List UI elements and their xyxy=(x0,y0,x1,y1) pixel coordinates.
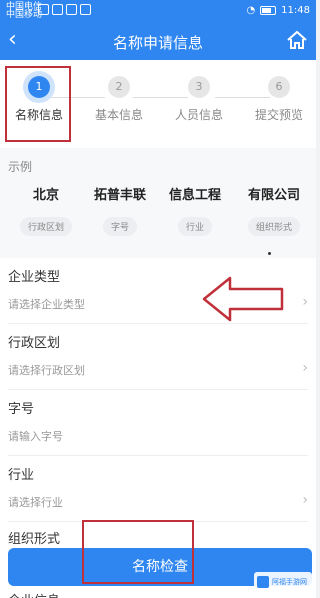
step-indicator: 1 名称信息 2 基本信息 3 人员信息 6 提交预览 xyxy=(0,60,316,148)
example-tag: 行政区划 xyxy=(19,217,72,236)
example-tag: 行业 xyxy=(177,217,212,236)
field-label: 企业类型 xyxy=(8,270,61,285)
trade-name-input[interactable]: 请输入字号 xyxy=(8,428,63,444)
step-number: 6 xyxy=(268,76,290,98)
notification-icon xyxy=(52,4,63,15)
step-3[interactable]: 3 人员信息 xyxy=(164,72,234,123)
notification-icon xyxy=(38,4,49,15)
step-2[interactable]: 2 基本信息 xyxy=(84,72,154,123)
nav-bar: ‹ 名称申请信息 xyxy=(0,22,316,60)
field-trade-name[interactable]: 字号 请输入字号 xyxy=(0,390,316,456)
field-admin-division[interactable]: 行政区划 请选择行政区划 › xyxy=(0,324,316,390)
carousel-dot xyxy=(268,252,271,255)
step-label: 基本信息 xyxy=(94,108,143,122)
example-value: 北京 xyxy=(32,188,59,203)
example-value: 有限公司 xyxy=(247,188,300,203)
step-label: 人员信息 xyxy=(174,108,223,122)
notification-icon xyxy=(80,4,91,15)
page-title: 名称申请信息 xyxy=(112,34,203,52)
admin-division-select[interactable]: 请选择行政区划 xyxy=(8,362,85,378)
example-item: 有限公司 组织形式 xyxy=(236,184,312,236)
watermark-text: 阿福手游网 xyxy=(272,578,307,586)
example-value: 信息工程 xyxy=(168,188,221,203)
example-title: 示例 xyxy=(8,160,33,174)
field-label: 行政区划 xyxy=(8,336,61,351)
field-label: 字号 xyxy=(8,402,35,417)
example-tag: 字号 xyxy=(102,217,137,236)
example-value: 拓普丰联 xyxy=(93,188,146,203)
example-tag: 组织形式 xyxy=(247,217,300,236)
carrier-text: 中国电信 中国移动 xyxy=(6,2,43,20)
step-4[interactable]: 6 提交预览 xyxy=(244,72,314,123)
watermark-icon xyxy=(257,576,269,588)
example-item: 拓普丰联 字号 xyxy=(82,184,158,236)
section-label: 企业信息 xyxy=(8,590,60,598)
wifi-icon: ◔ xyxy=(246,5,256,16)
field-label: 组织形式 xyxy=(8,532,61,547)
industry-select[interactable]: 请选择行业 xyxy=(8,494,63,510)
chevron-right-icon: › xyxy=(302,360,308,376)
step-label: 提交预览 xyxy=(254,108,303,122)
notification-icon xyxy=(66,4,77,15)
field-industry[interactable]: 行业 请选择行业 › xyxy=(0,456,316,522)
example-item: 北京 行政区划 xyxy=(8,184,84,236)
chevron-right-icon: › xyxy=(302,492,308,508)
chevron-right-icon: › xyxy=(302,294,308,310)
home-icon[interactable] xyxy=(286,30,308,50)
status-bar: 中国电信 中国移动 ◔ 11:48 xyxy=(0,0,316,22)
enterprise-type-select[interactable]: 请选择企业类型 xyxy=(8,296,85,312)
clock: 11:48 xyxy=(281,5,310,16)
status-right: ◔ 11:48 xyxy=(246,5,310,16)
notification-icons xyxy=(38,4,91,15)
button-highlight-box xyxy=(82,520,194,584)
field-label: 行业 xyxy=(8,468,35,483)
arrow-annotation-icon xyxy=(202,276,284,322)
example-section: 示例 北京 行政区划 拓普丰联 字号 信息工程 行业 有限公司 组织形式 xyxy=(0,148,316,258)
step-number: 3 xyxy=(188,76,210,98)
step-highlight-box xyxy=(5,66,71,142)
example-item: 信息工程 行业 xyxy=(157,184,233,236)
watermark-logo: 阿福手游网 xyxy=(254,572,312,592)
step-number: 2 xyxy=(108,76,130,98)
battery-icon xyxy=(260,6,277,15)
